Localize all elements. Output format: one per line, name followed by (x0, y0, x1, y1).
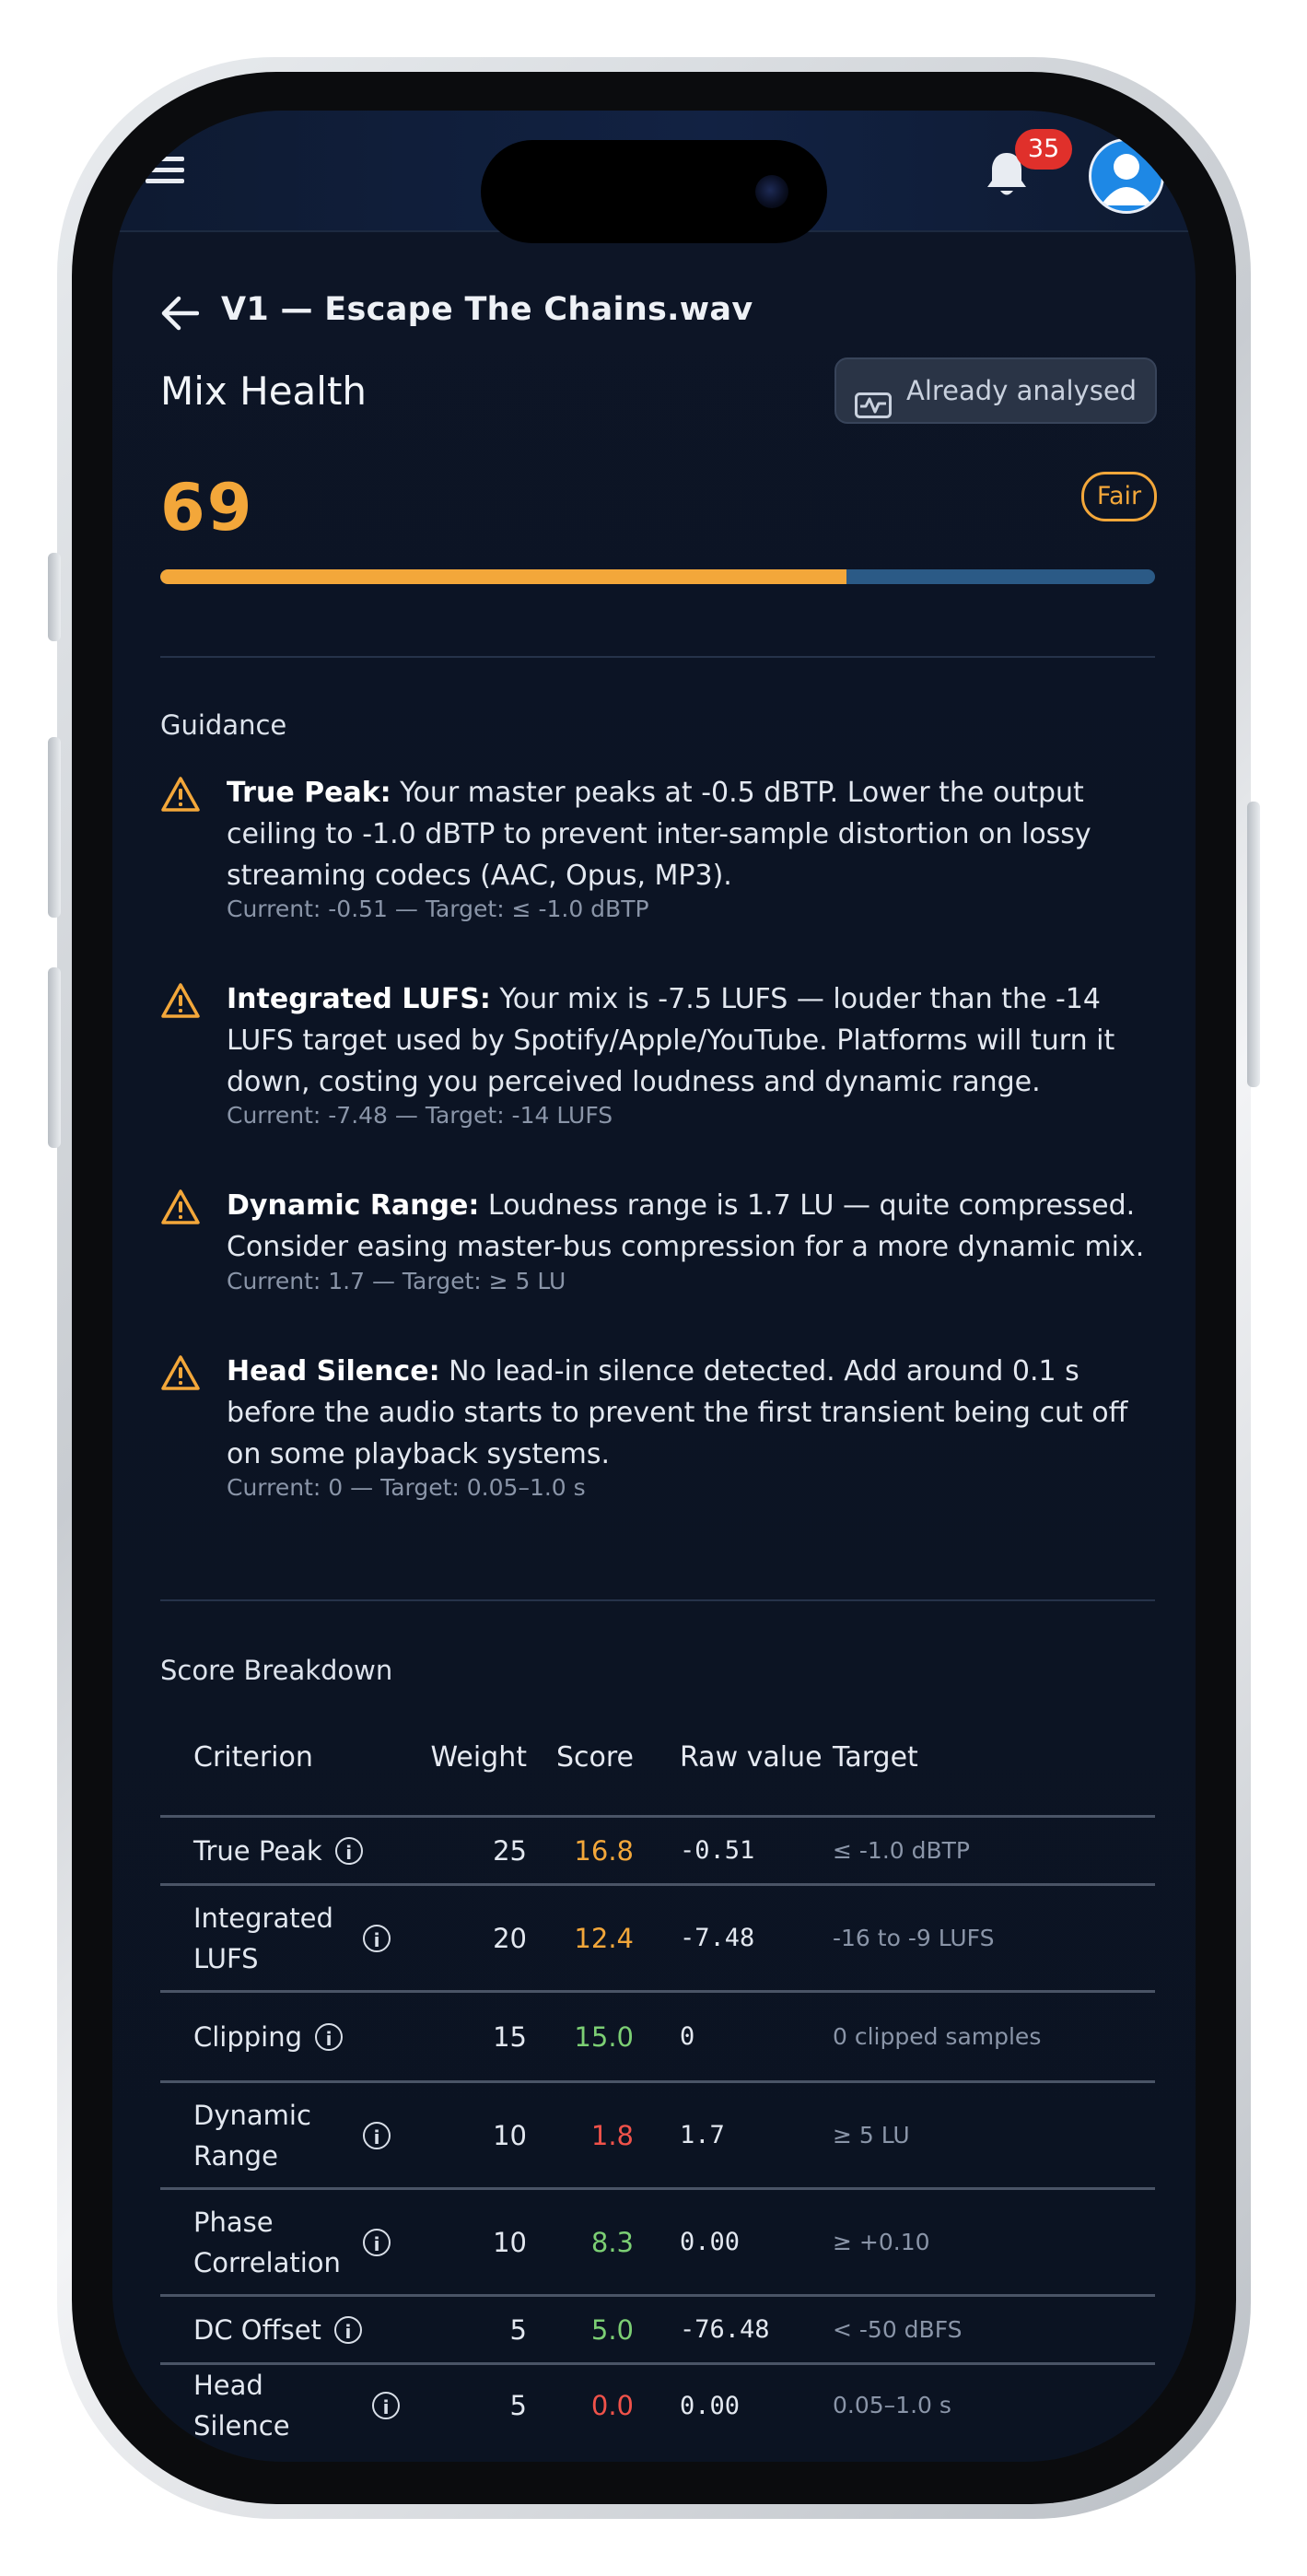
warning-icon (160, 1188, 201, 1225)
divider (160, 656, 1155, 658)
volume-down-button (48, 967, 61, 1148)
warning-icon (160, 1354, 201, 1391)
criterion-label: True Peak (193, 1834, 322, 1867)
info-icon[interactable]: i (363, 2121, 391, 2149)
table-header-row: Criterion Weight Score Raw value Target (160, 1701, 1155, 1817)
cell-score: 0.0 (540, 2362, 661, 2446)
cell-target: < -50 dBFS (823, 2294, 1155, 2364)
guidance-meta: Current: 0 — Target: 0.05–1.0 s (227, 1474, 586, 1501)
cell-target: ≥ +0.10 (823, 2187, 1155, 2296)
column-header-criterion: Criterion (193, 1741, 313, 1774)
info-icon[interactable]: i (315, 2022, 344, 2051)
cell-raw-value: 1.7 (661, 2080, 823, 2189)
cell-criterion: DC Offset i (160, 2294, 427, 2364)
cell-score: 1.8 (540, 2080, 661, 2189)
score-progress-bar (160, 569, 1155, 584)
volume-up-button (48, 737, 61, 918)
cell-criterion: Dynamic Range i (160, 2080, 427, 2189)
cell-weight: 10 (427, 2187, 540, 2296)
cell-raw-value: -7.48 (661, 1883, 823, 1992)
warning-icon (160, 982, 201, 1019)
criterion-label: Dynamic Range (193, 2099, 311, 2172)
cell-score: 16.8 (540, 1815, 661, 1885)
guidance-meta: Current: 1.7 — Target: ≥ 5 LU (227, 1268, 566, 1294)
cell-target: 0 clipped samples (823, 1990, 1155, 2082)
cell-weight: 15 (427, 1990, 540, 2082)
criterion-label: Integrated LUFS (193, 1902, 333, 1974)
already-analysed-label: Already analysed (906, 375, 1138, 406)
table-row: Head Silence i 5 0.0 0.00 0.05–1.0 s (160, 2362, 1155, 2446)
criterion-label: Clipping (193, 2020, 303, 2053)
cell-criterion: Head Silence i (160, 2362, 427, 2446)
waveform-icon (855, 378, 892, 418)
health-score: 69 (160, 470, 254, 545)
back-arrow-icon[interactable] (160, 295, 200, 332)
info-icon[interactable]: i (363, 2228, 391, 2256)
notification-badge: 35 (1015, 129, 1072, 170)
file-title: V1 — Escape The Chains.wav (221, 291, 753, 328)
guidance-text: Integrated LUFS: Your mix is -7.5 LUFS —… (227, 983, 1115, 1098)
guidance-title: Guidance (160, 709, 287, 741)
column-header-raw-value: Raw value (680, 1741, 823, 1774)
table-row: Integrated LUFS i 20 12.4 -7.48 -16 to -9 LUF… (160, 1883, 1155, 1992)
menu-icon[interactable] (146, 157, 184, 184)
criterion-label: Head Silence (193, 2370, 290, 2441)
info-icon[interactable]: i (372, 2392, 400, 2419)
guidance-meta: Current: -0.51 — Target: ≤ -1.0 dBTP (227, 896, 649, 922)
cell-target: ≥ 5 LU (823, 2080, 1155, 2189)
criterion-label: DC Offset (193, 2313, 321, 2346)
cell-criterion: True Peak i (160, 1815, 427, 1885)
table-row: Dynamic Range i 10 1.8 1.7 ≥ 5 LU (160, 2080, 1155, 2189)
dynamic-island (481, 140, 827, 243)
cell-target: 0.05–1.0 s (823, 2362, 1155, 2446)
cell-weight: 10 (427, 2080, 540, 2189)
column-header-target: Target (833, 1741, 918, 1774)
app-screen: 35 V1 — Escape The Chains.wav Mix Health (112, 111, 1196, 2462)
already-analysed-button[interactable]: Already analysed (834, 357, 1157, 424)
info-icon[interactable]: i (333, 2315, 362, 2344)
table-row: True Peak i 25 16.8 -0.51 ≤ -1.0 dBTP (160, 1815, 1155, 1885)
guidance-text: Head Silence: No lead-in silence detecte… (227, 1355, 1128, 1470)
info-icon[interactable]: i (334, 1836, 363, 1865)
cell-target: ≤ -1.0 dBTP (823, 1815, 1155, 1885)
action-button (48, 553, 61, 641)
guidance-meta: Current: -7.48 — Target: -14 LUFS (227, 1102, 613, 1129)
file-header: V1 — Escape The Chains.wav (160, 276, 1155, 350)
cell-target: -16 to -9 LUFS (823, 1883, 1155, 1992)
cell-criterion: Integrated LUFS i (160, 1883, 427, 1992)
cell-criterion: Phase Correlation i (160, 2187, 427, 2296)
page-title: Mix Health (160, 369, 368, 414)
warning-icon (160, 776, 201, 813)
score-progress-fill (160, 569, 847, 584)
cell-weight: 5 (427, 2294, 540, 2364)
cell-weight: 20 (427, 1883, 540, 1992)
cell-raw-value: 0.00 (661, 2187, 823, 2296)
table-row: Phase Correlation i 10 8.3 0.00 ≥ +0.10 (160, 2187, 1155, 2296)
criterion-label: Phase Correlation (193, 2206, 341, 2278)
avatar-icon[interactable] (1089, 138, 1164, 214)
cell-weight: 5 (427, 2362, 540, 2446)
cell-score: 5.0 (540, 2294, 661, 2364)
power-button (1247, 802, 1260, 1087)
cell-raw-value: 0 (661, 1990, 823, 2082)
score-breakdown-table: Criterion Weight Score Raw value Target … (160, 1701, 1155, 2446)
divider (160, 1599, 1155, 1601)
column-header-weight: Weight (430, 1741, 527, 1774)
table-row: DC Offset i 5 5.0 -76.48 < -50 dBFS (160, 2294, 1155, 2364)
cell-criterion: Clipping i (160, 1990, 427, 2082)
cell-score: 12.4 (540, 1883, 661, 1992)
score-breakdown-title: Score Breakdown (160, 1655, 393, 1686)
cell-weight: 25 (427, 1815, 540, 1885)
cell-raw-value: -76.48 (661, 2294, 823, 2364)
guidance-text: Dynamic Range: Loudness range is 1.7 LU … (227, 1189, 1145, 1263)
grade-badge: Fair (1081, 472, 1157, 521)
info-icon[interactable]: i (363, 1924, 391, 1952)
cell-raw-value: 0.00 (661, 2362, 823, 2446)
cell-raw-value: -0.51 (661, 1815, 823, 1885)
cell-score: 15.0 (540, 1990, 661, 2082)
guidance-text: True Peak: Your master peaks at -0.5 dBT… (227, 777, 1091, 892)
cell-score: 8.3 (540, 2187, 661, 2296)
column-header-score: Score (555, 1741, 634, 1774)
table-row: Clipping i 15 15.0 0 0 clipped samples (160, 1990, 1155, 2082)
